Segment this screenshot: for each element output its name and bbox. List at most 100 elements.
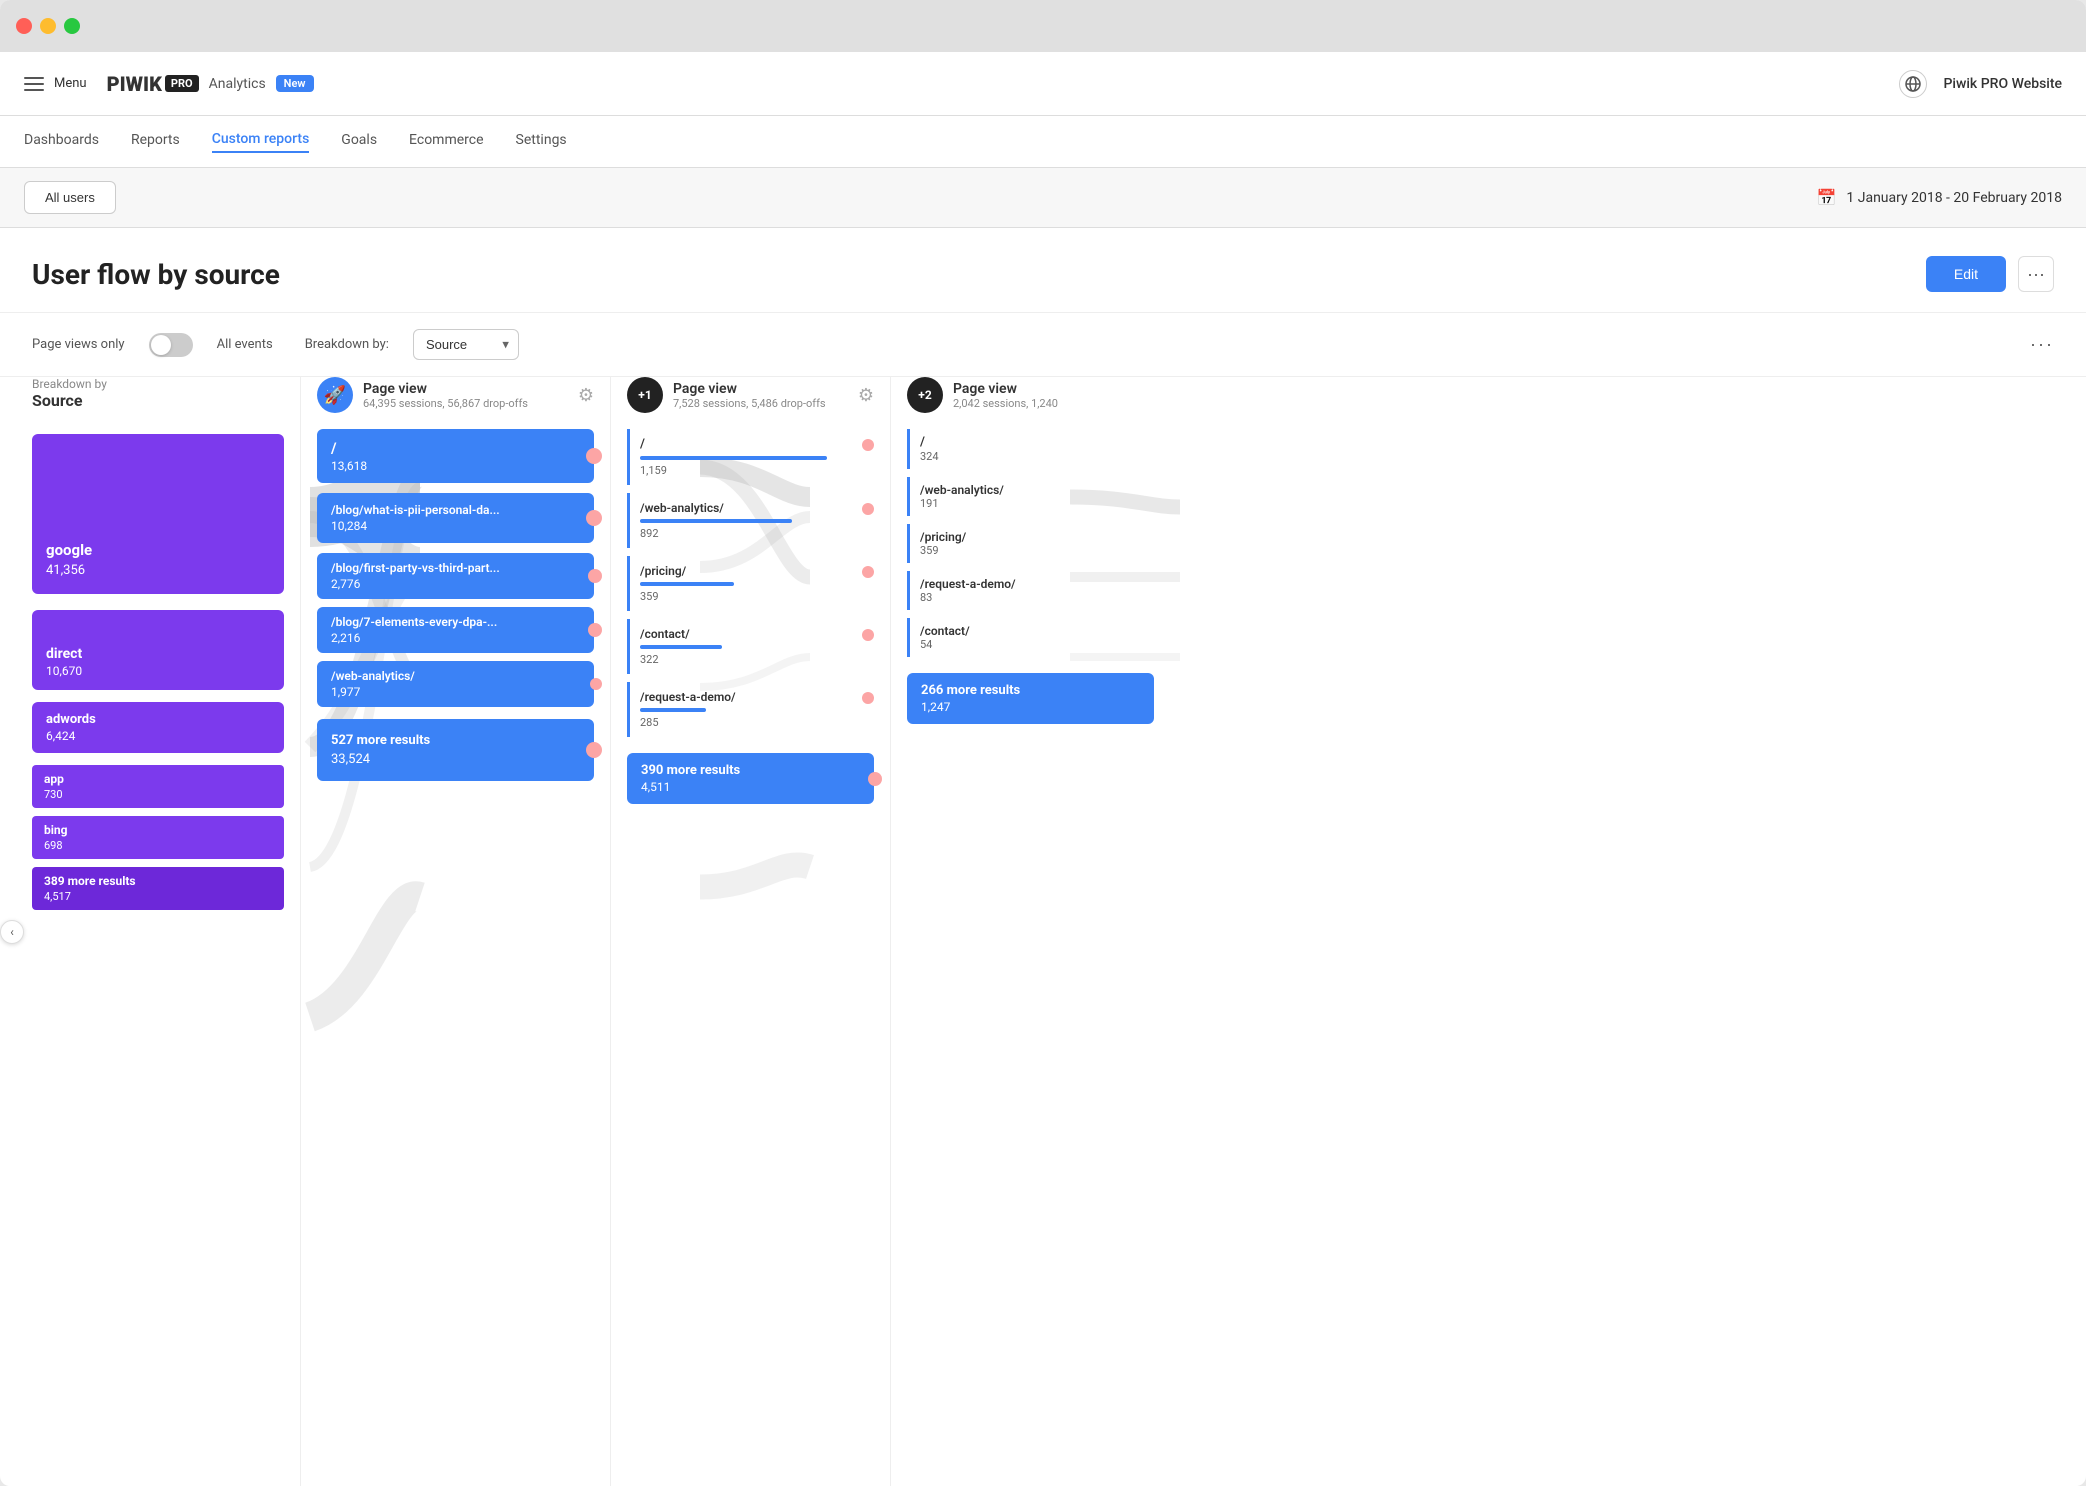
drop-off-dot xyxy=(586,448,602,464)
report-title: User flow by source xyxy=(32,258,280,291)
col1-gear-icon[interactable]: ⚙ xyxy=(578,385,594,406)
page-node-col2-pricing-label: /pricing/ xyxy=(640,564,874,578)
date-picker[interactable]: 📅 1 January 2018 - 20 February 2018 xyxy=(1816,188,2062,207)
globe-icon[interactable] xyxy=(1899,70,1927,98)
source-node-bing-label: bing xyxy=(44,823,272,837)
page-node-col2-webanalytics[interactable]: /web-analytics/ 892 xyxy=(627,493,874,548)
nav-reports[interactable]: Reports xyxy=(131,132,180,152)
drop-off-dot xyxy=(588,569,602,583)
source-column: Breakdown by Source google 41,356 direct… xyxy=(0,377,300,1486)
minimize-button[interactable] xyxy=(40,18,56,34)
page-node-col3-slash-label: / xyxy=(920,435,1144,450)
page-node-col2-webanalytics-label: /web-analytics/ xyxy=(640,501,874,515)
nav-goals[interactable]: Goals xyxy=(341,132,377,152)
expand-left-button[interactable]: ‹ xyxy=(0,920,24,944)
source-node-direct[interactable]: direct 10,670 xyxy=(32,610,284,690)
breakdown-select-wrapper[interactable]: Source Medium Campaign Device xyxy=(413,329,519,360)
analytics-label: Analytics xyxy=(209,76,266,92)
chevron-left-icon: ‹ xyxy=(10,925,14,939)
nav-custom-reports[interactable]: Custom reports xyxy=(212,131,310,153)
nav-ecommerce[interactable]: Ecommerce xyxy=(409,132,483,152)
drop-off-dot xyxy=(586,742,602,758)
main-nav: Dashboards Reports Custom reports Goals … xyxy=(0,116,2086,168)
col3-title-area: Page view 2,042 sessions, 1,240 xyxy=(953,381,1154,410)
page-node-col2-pricing[interactable]: /pricing/ 359 xyxy=(627,556,874,611)
source-node-more[interactable]: 389 more results 4,517 xyxy=(32,867,284,910)
report-header: User flow by source Edit ··· xyxy=(0,228,2086,313)
page-node-col3-contact-value: 54 xyxy=(920,638,1144,651)
nav-dashboards[interactable]: Dashboards xyxy=(24,132,99,152)
breakdown-by-label: Breakdown by xyxy=(32,377,284,391)
page-node-col3-pricing-value: 359 xyxy=(920,544,1144,557)
drop-off-dot xyxy=(862,692,874,704)
titlebar xyxy=(0,0,2086,52)
logo-text: PIWIK xyxy=(107,72,162,96)
col1-title: Page view xyxy=(363,381,568,397)
col3-subtitle: 2,042 sessions, 1,240 xyxy=(953,397,1154,410)
page-node-col3-demo-label: /request-a-demo/ xyxy=(920,577,1144,591)
logo-area: PIWIK PRO Analytics New xyxy=(107,72,314,96)
page-node-col3-demo[interactable]: /request-a-demo/ 83 xyxy=(907,571,1154,610)
page-node-col3-more[interactable]: 266 more results 1,247 xyxy=(907,673,1154,724)
page-view-col3: +2 Page view 2,042 sessions, 1,240 / 324… xyxy=(890,377,1170,1486)
page-node-col3-slash[interactable]: / 324 xyxy=(907,429,1154,469)
source-node-adwords[interactable]: adwords 6,424 xyxy=(32,702,284,753)
close-button[interactable] xyxy=(16,18,32,34)
page-node-col1-blog3-value: 2,216 xyxy=(331,631,580,645)
drop-off-dot xyxy=(862,439,874,451)
piwik-logo: PIWIK PRO xyxy=(107,72,199,96)
breakdown-label: Breakdown by: xyxy=(305,337,389,352)
more-options-button[interactable]: ··· xyxy=(2018,256,2054,292)
page-node-col2-slash[interactable]: / 1,159 xyxy=(627,429,874,485)
col1-icon: 🚀 xyxy=(317,377,353,413)
page-node-col1-slash[interactable]: / 13,618 xyxy=(317,429,594,483)
drop-off-dot xyxy=(868,772,882,786)
page-node-col1-more[interactable]: 527 more results 33,524 xyxy=(317,719,594,781)
page-node-col2-demo-label: /request-a-demo/ xyxy=(640,690,874,704)
source-node-bing-value: 698 xyxy=(44,839,272,852)
menu-button[interactable]: Menu xyxy=(24,76,87,91)
page-node-col1-blog3[interactable]: /blog/7-elements-every-dpa-... 2,216 xyxy=(317,607,594,653)
toggle-switch[interactable] xyxy=(149,333,193,357)
page-node-col2-demo[interactable]: /request-a-demo/ 285 xyxy=(627,682,874,737)
source-node-bing[interactable]: bing 698 xyxy=(32,816,284,859)
bar xyxy=(640,456,827,460)
source-node-app-value: 730 xyxy=(44,788,272,801)
page-node-col2-slash-value: 1,159 xyxy=(640,464,874,477)
segment-button[interactable]: All users xyxy=(24,181,116,214)
drop-off-dot xyxy=(862,503,874,515)
maximize-button[interactable] xyxy=(64,18,80,34)
col2-subtitle: 7,528 sessions, 5,486 drop-offs xyxy=(673,397,848,410)
source-node-google-label: google xyxy=(46,541,270,559)
page-view-col1: 🚀 Page view 64,395 sessions, 56,867 drop… xyxy=(300,377,610,1486)
page-node-col2-contact-label: /contact/ xyxy=(640,627,874,641)
source-node-adwords-label: adwords xyxy=(46,712,270,727)
page-node-col1-webanalytics[interactable]: /web-analytics/ 1,977 xyxy=(317,661,594,707)
edit-button[interactable]: Edit xyxy=(1926,256,2006,292)
source-title: Source xyxy=(32,391,284,410)
col2-gear-icon[interactable]: ⚙ xyxy=(858,385,874,406)
page-node-col2-contact[interactable]: /contact/ 322 xyxy=(627,619,874,674)
page-node-col2-webanalytics-value: 892 xyxy=(640,527,874,540)
source-node-more-value: 4,517 xyxy=(44,890,272,903)
site-name: Piwik PRO Website xyxy=(1943,76,2062,92)
page-node-col2-more-label: 390 more results xyxy=(641,763,860,778)
app-window: Menu PIWIK PRO Analytics New Piwik PRO W… xyxy=(0,0,2086,1486)
page-node-col2-pricing-value: 359 xyxy=(640,590,874,603)
col3-icon: +2 xyxy=(907,377,943,413)
breakdown-select[interactable]: Source Medium Campaign Device xyxy=(413,329,519,360)
col3-header: +2 Page view 2,042 sessions, 1,240 xyxy=(907,377,1154,429)
page-node-col2-more[interactable]: 390 more results 4,511 xyxy=(627,753,874,804)
bar xyxy=(640,519,792,523)
source-node-google[interactable]: google 41,356 xyxy=(32,434,284,594)
page-node-col1-blog1[interactable]: /blog/what-is-pii-personal-da... 10,284 xyxy=(317,493,594,543)
nav-settings[interactable]: Settings xyxy=(516,132,567,152)
page-node-col1-webanalytics-value: 1,977 xyxy=(331,685,580,699)
page-node-col3-pricing[interactable]: /pricing/ 359 xyxy=(907,524,1154,563)
controls-more-button[interactable]: ··· xyxy=(2030,334,2054,355)
drop-off-dot xyxy=(588,623,602,637)
page-node-col3-webanalytics[interactable]: /web-analytics/ 191 xyxy=(907,477,1154,516)
page-node-col3-contact[interactable]: /contact/ 54 xyxy=(907,618,1154,657)
page-node-col1-blog2[interactable]: /blog/first-party-vs-third-part... 2,776 xyxy=(317,553,594,599)
source-node-app[interactable]: app 730 xyxy=(32,765,284,808)
